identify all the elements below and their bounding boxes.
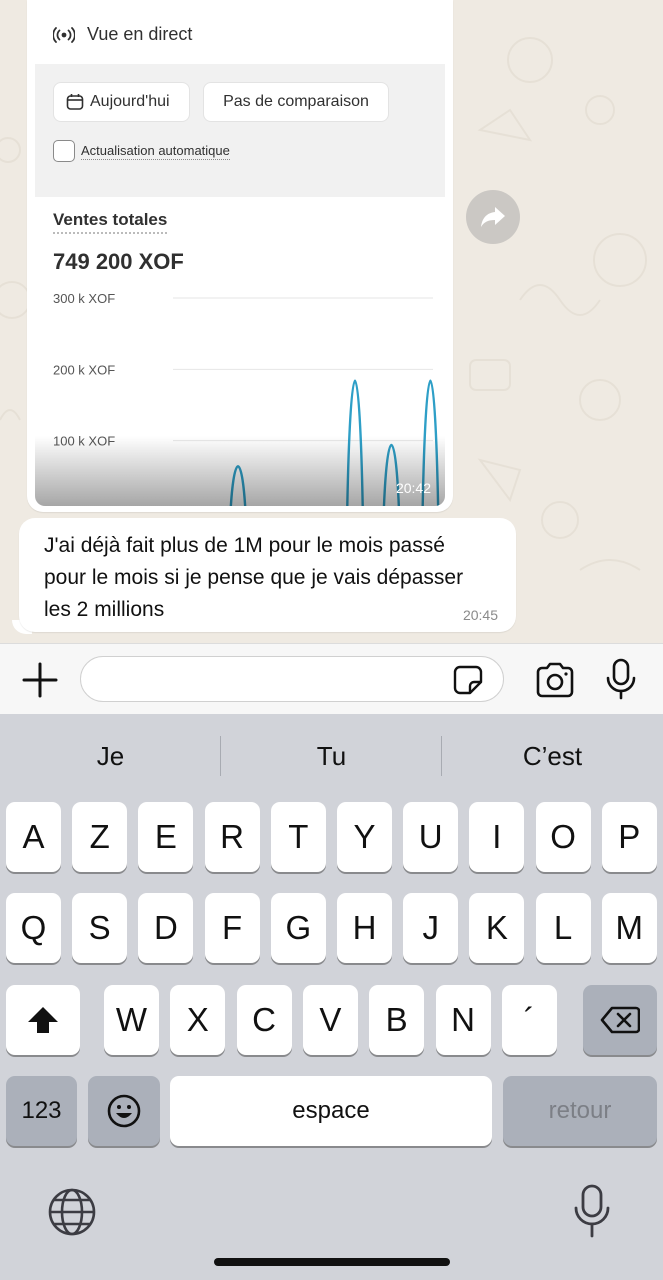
key-b[interactable]: B: [369, 985, 425, 1055]
key-acute[interactable]: ´: [501, 985, 557, 1055]
text-message-bubble[interactable]: J'ai déjà fait plus de 1M pour le mois p…: [19, 518, 516, 632]
camera-button[interactable]: [534, 662, 576, 698]
comparison-filter-button: Pas de comparaison: [203, 82, 389, 122]
calendar-icon: [66, 94, 84, 110]
live-view-label: Vue en direct: [87, 24, 193, 44]
dashboard-screenshot: Vue en direct Aujourd'hui Pas de compara…: [35, 0, 445, 506]
key-d[interactable]: D: [138, 893, 194, 963]
key-p[interactable]: P: [601, 802, 657, 872]
key-o[interactable]: O: [535, 802, 591, 872]
dictation-icon[interactable]: [572, 1184, 612, 1238]
emoji-key[interactable]: [88, 1076, 160, 1146]
key-s[interactable]: S: [72, 893, 128, 963]
return-key[interactable]: retour: [503, 1076, 657, 1146]
key-u[interactable]: U: [403, 802, 459, 872]
broadcast-icon: [53, 26, 75, 43]
home-indicator: [214, 1258, 450, 1266]
key-f[interactable]: F: [204, 893, 260, 963]
auto-refresh-checkbox: [53, 140, 75, 162]
y-tick-label: 300 k XOF: [53, 291, 115, 306]
sticker-button[interactable]: [452, 664, 484, 696]
shift-icon: [28, 1007, 58, 1033]
key-w[interactable]: W: [104, 985, 159, 1055]
sales-title: Ventes totales: [53, 210, 168, 234]
suggestion-2[interactable]: Tu: [221, 714, 442, 798]
message-text: J'ai déjà fait plus de 1M pour le mois p…: [44, 534, 464, 621]
microphone-button[interactable]: [604, 658, 638, 700]
suggestion-bar: Je Tu C’est: [0, 714, 663, 798]
live-view-row: Vue en direct: [53, 24, 192, 45]
key-a[interactable]: A: [6, 802, 61, 872]
forward-icon: [481, 207, 505, 227]
key-h[interactable]: H: [337, 893, 392, 963]
key-n[interactable]: N: [435, 985, 491, 1055]
key-j[interactable]: J: [403, 893, 459, 963]
message-input[interactable]: [80, 656, 504, 702]
key-c[interactable]: C: [236, 985, 292, 1055]
backspace-icon: [600, 1006, 640, 1034]
suggestion-1[interactable]: Je: [0, 714, 221, 798]
message-input-bar: [0, 643, 663, 714]
backspace-key[interactable]: [583, 985, 657, 1055]
key-x[interactable]: X: [170, 985, 226, 1055]
image-time-gradient: [35, 436, 445, 506]
key-g[interactable]: G: [270, 893, 326, 963]
key-v[interactable]: V: [302, 985, 358, 1055]
globe-icon[interactable]: [46, 1186, 98, 1238]
numbers-key[interactable]: 123: [6, 1076, 77, 1146]
key-q[interactable]: Q: [6, 893, 61, 963]
filter-panel: Aujourd'hui Pas de comparaison Actualisa…: [35, 64, 445, 197]
key-e[interactable]: E: [138, 802, 194, 872]
shift-key[interactable]: [6, 985, 80, 1055]
comparison-filter-label: Pas de comparaison: [223, 93, 369, 110]
key-t[interactable]: T: [270, 802, 326, 872]
key-l[interactable]: L: [535, 893, 591, 963]
suggestion-3[interactable]: C’est: [442, 714, 663, 798]
attach-plus-button[interactable]: [20, 662, 60, 698]
image-message-time: 20:42: [395, 480, 431, 496]
date-filter-label: Aujourd'hui: [90, 93, 170, 110]
message-time: 20:45: [462, 607, 498, 623]
key-z[interactable]: Z: [72, 802, 128, 872]
sales-value: 749 200 XOF: [53, 249, 184, 274]
date-filter-button: Aujourd'hui: [53, 82, 190, 122]
key-k[interactable]: K: [469, 893, 525, 963]
keyboard: Je Tu C’est A Z E R T Y U I O P Q S D F G H J K L M W X C V B N ´ 1…: [0, 714, 663, 1280]
image-message-bubble[interactable]: Vue en direct Aujourd'hui Pas de compara…: [27, 0, 453, 512]
key-r[interactable]: R: [204, 802, 260, 872]
key-m[interactable]: M: [601, 893, 657, 963]
auto-refresh-label: Actualisation automatique: [81, 142, 230, 160]
y-tick-label: 200 k XOF: [53, 362, 115, 377]
forward-button[interactable]: [466, 190, 520, 244]
key-i[interactable]: I: [469, 802, 525, 872]
auto-refresh-row: Actualisation automatique: [53, 140, 230, 162]
key-y[interactable]: Y: [337, 802, 392, 872]
chat-area: Vue en direct Aujourd'hui Pas de compara…: [0, 0, 663, 643]
emoji-icon: [107, 1094, 141, 1128]
space-key[interactable]: espace: [170, 1076, 492, 1146]
